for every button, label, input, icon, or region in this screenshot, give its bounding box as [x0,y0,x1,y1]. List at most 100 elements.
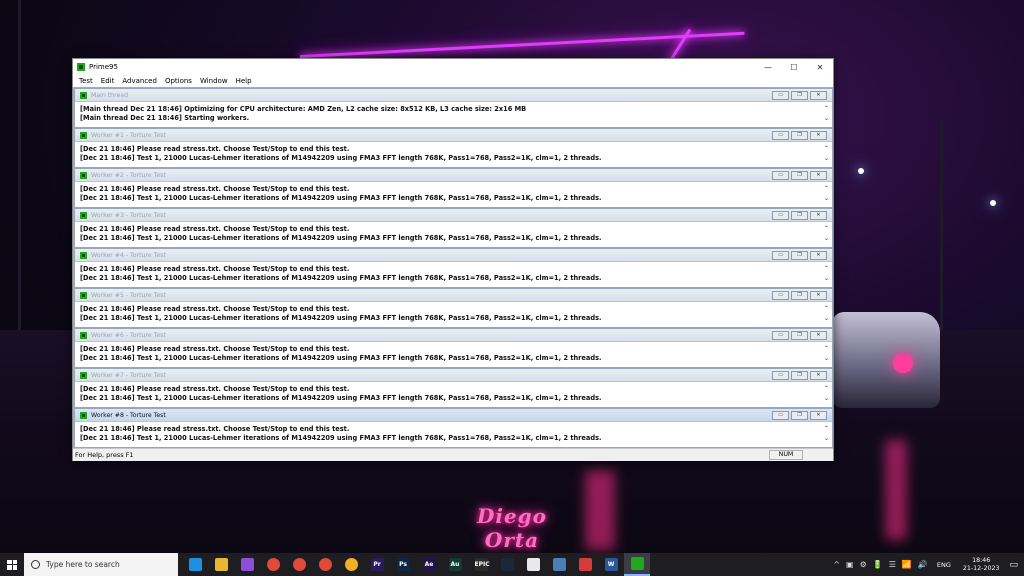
menu-test[interactable]: Test [75,77,97,85]
worker-window[interactable]: Worker #4 - Torture Test ▭ ❐ ✕ [Dec 21 18:… [74,248,833,288]
main-thread-window[interactable]: Main thread ▭ ❐ ✕ [Main thread Dec 21 18:4… [74,88,833,128]
notification-icon[interactable]: ▭ [1009,560,1018,570]
child-titlebar[interactable]: Main thread ▭ ❐ ✕ [75,89,832,102]
child-restore-button[interactable]: ❐ [791,330,808,340]
worker-window[interactable]: Worker #5 - Torture Test ▭ ❐ ✕ [Dec 21 18:… [74,288,833,328]
taskbar-app-button[interactable] [208,553,234,576]
taskbar-app-button[interactable]: Pr [364,553,390,576]
menu-options[interactable]: Options [161,77,196,85]
scroll-arrows-icon[interactable]: ⌃ ⌄ [824,104,829,124]
child-restore-button[interactable]: ❐ [791,250,808,260]
prime95-window[interactable]: Prime95 — ☐ ✕ Test Edit Advanced Options… [72,58,834,461]
worker-window[interactable]: Worker #2 - Torture Test ▭ ❐ ✕ [Dec 21 18:… [74,168,833,208]
battery-icon[interactable]: 🔋 [873,560,883,569]
child-titlebar[interactable]: Worker #6 - Torture Test ▭ ❐ ✕ [75,329,832,342]
child-minimize-button[interactable]: ▭ [772,90,789,100]
taskbar-app-button[interactable] [546,553,572,576]
child-titlebar[interactable]: Worker #5 - Torture Test ▭ ❐ ✕ [75,289,832,302]
log-output[interactable]: [Main thread Dec 21 18:46] Optimizing fo… [75,102,832,130]
child-minimize-button[interactable]: ▭ [772,250,789,260]
settings-tray-icon[interactable]: ⚙ [860,560,867,569]
scroll-arrows-icon[interactable]: ⌃ ⌄ [824,344,829,364]
child-close-button[interactable]: ✕ [810,290,827,300]
log-output[interactable]: [Dec 21 18:46] Please read stress.txt. C… [75,222,832,250]
scroll-arrows-icon[interactable]: ⌃ ⌄ [824,264,829,284]
child-restore-button[interactable]: ❐ [791,290,808,300]
worker-window[interactable]: Worker #7 - Torture Test ▭ ❐ ✕ [Dec 21 18:… [74,368,833,408]
child-restore-button[interactable]: ❐ [791,170,808,180]
child-close-button[interactable]: ✕ [810,130,827,140]
worker-window[interactable]: Worker #6 - Torture Test ▭ ❐ ✕ [Dec 21 18:… [74,328,833,368]
scroll-arrows-icon[interactable]: ⌃ ⌄ [824,424,829,444]
language-indicator[interactable]: ENG [937,561,951,569]
taskbar-app-button[interactable] [338,553,364,576]
child-titlebar[interactable]: Worker #2 - Torture Test ▭ ❐ ✕ [75,169,832,182]
taskbar-search[interactable]: Type here to search [24,553,178,576]
child-restore-button[interactable]: ❐ [791,370,808,380]
child-restore-button[interactable]: ❐ [791,410,808,420]
scroll-arrows-icon[interactable]: ⌃ ⌄ [824,184,829,204]
child-minimize-button[interactable]: ▭ [772,330,789,340]
child-minimize-button[interactable]: ▭ [772,370,789,380]
taskbar-app-button[interactable] [624,553,650,576]
child-close-button[interactable]: ✕ [810,250,827,260]
taskbar-app-button[interactable]: Ps [390,553,416,576]
child-titlebar[interactable]: Worker #1 - Torture Test ▭ ❐ ✕ [75,129,832,142]
taskbar-app-button[interactable] [234,553,260,576]
taskbar-app-button[interactable]: Ae [416,553,442,576]
child-close-button[interactable]: ✕ [810,170,827,180]
log-output[interactable]: [Dec 21 18:46] Please read stress.txt. C… [75,302,832,330]
network-icon[interactable]: 📶 [902,560,912,569]
start-button[interactable] [0,553,24,576]
taskbar-app-button[interactable]: Au [442,553,468,576]
child-minimize-button[interactable]: ▭ [772,130,789,140]
worker-window-active[interactable]: Worker #8 - Torture Test ▭ ❐ ✕ [Dec 21 18:… [74,408,833,448]
child-close-button[interactable]: ✕ [810,370,827,380]
app-tray-icon[interactable]: ▣ [846,560,854,569]
minimize-button[interactable]: — [755,59,781,75]
log-output[interactable]: [Dec 21 18:46] Please read stress.txt. C… [75,182,832,210]
taskbar-app-button[interactable]: W [598,553,624,576]
log-output[interactable]: [Dec 21 18:46] Please read stress.txt. C… [75,142,832,170]
log-output[interactable]: [Dec 21 18:46] Please read stress.txt. C… [75,382,832,410]
child-titlebar[interactable]: Worker #4 - Torture Test ▭ ❐ ✕ [75,249,832,262]
child-minimize-button[interactable]: ▭ [772,410,789,420]
child-titlebar[interactable]: Worker #3 - Torture Test ▭ ❐ ✕ [75,209,832,222]
scroll-arrows-icon[interactable]: ⌃ ⌄ [824,304,829,324]
menu-edit[interactable]: Edit [97,77,119,85]
child-close-button[interactable]: ✕ [810,330,827,340]
clock[interactable]: 18:46 21-12-2023 [963,557,1000,573]
taskbar-app-button[interactable] [312,553,338,576]
taskbar-app-button[interactable] [572,553,598,576]
log-output[interactable]: [Dec 21 18:46] Please read stress.txt. C… [75,422,832,448]
child-titlebar[interactable]: Worker #8 - Torture Test ▭ ❐ ✕ [75,409,832,422]
child-minimize-button[interactable]: ▭ [772,170,789,180]
child-close-button[interactable]: ✕ [810,210,827,220]
menu-window[interactable]: Window [196,77,232,85]
log-output[interactable]: [Dec 21 18:46] Please read stress.txt. C… [75,342,832,370]
scroll-arrows-icon[interactable]: ⌃ ⌄ [824,224,829,244]
child-minimize-button[interactable]: ▭ [772,290,789,300]
child-minimize-button[interactable]: ▭ [772,210,789,220]
child-close-button[interactable]: ✕ [810,410,827,420]
child-restore-button[interactable]: ❐ [791,130,808,140]
scroll-arrows-icon[interactable]: ⌃ ⌄ [824,144,829,164]
worker-window[interactable]: Worker #1 - Torture Test ▭ ❐ ✕ [Dec 21 18:… [74,128,833,168]
taskbar-app-button[interactable] [286,553,312,576]
child-restore-button[interactable]: ❐ [791,90,808,100]
taskbar-app-button[interactable] [520,553,546,576]
volume-icon[interactable]: 🔊 [918,560,928,569]
scroll-arrows-icon[interactable]: ⌃ ⌄ [824,384,829,404]
taskbar-app-button[interactable] [494,553,520,576]
menu-help[interactable]: Help [232,77,256,85]
child-titlebar[interactable]: Worker #7 - Torture Test ▭ ❐ ✕ [75,369,832,382]
child-restore-button[interactable]: ❐ [791,210,808,220]
taskbar-app-button[interactable] [260,553,286,576]
taskbar-app-button[interactable]: EPIC [468,553,494,576]
log-output[interactable]: [Dec 21 18:46] Please read stress.txt. C… [75,262,832,290]
maximize-button[interactable]: ☐ [781,59,807,75]
close-button[interactable]: ✕ [807,59,833,75]
worker-window[interactable]: Worker #3 - Torture Test ▭ ❐ ✕ [Dec 21 18:… [74,208,833,248]
taskbar-app-button[interactable] [182,553,208,576]
window-titlebar[interactable]: Prime95 — ☐ ✕ [73,59,833,75]
